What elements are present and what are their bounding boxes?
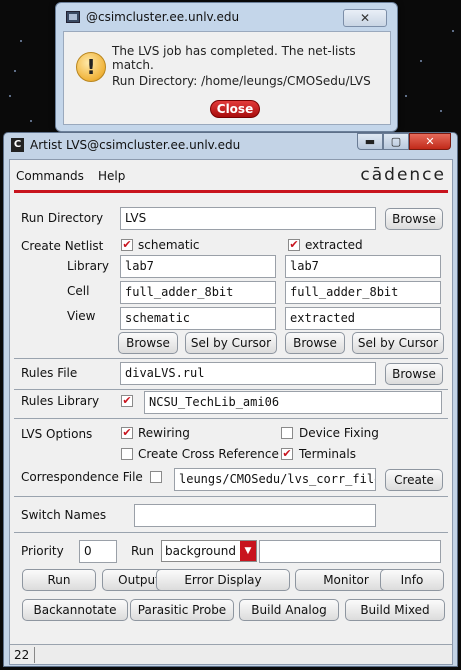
terminals-label: Terminals [299, 447, 356, 461]
run-button[interactable]: Run [22, 569, 96, 591]
info-button[interactable]: Info [380, 569, 444, 591]
rules-library-label: Rules Library [21, 394, 100, 408]
lvs-form: Commands Help cādence Run Directory LVS … [9, 159, 453, 665]
rules-file-label: Rules File [21, 366, 78, 380]
dialog-body: ! The LVS job has completed. The net-lis… [63, 31, 391, 125]
chevron-down-icon[interactable]: ▼ [240, 541, 256, 561]
menu-divider [14, 190, 448, 193]
rewiring-checkbox[interactable]: ✔ [121, 427, 133, 439]
app-icon [66, 11, 80, 23]
schematic-cell-input[interactable]: full_adder_8bit [120, 281, 276, 304]
window-title: Artist LVS@csimcluster.ee.unlv.edu [30, 138, 241, 152]
device-fixing-label: Device Fixing [299, 426, 379, 440]
section-divider [14, 496, 448, 497]
create-cross-reference-checkbox[interactable] [121, 448, 133, 460]
lvs-complete-dialog: @csimcluster.ee.unlv.edu ✕ ! The LVS job… [55, 2, 398, 132]
schematic-checkbox-label: schematic [138, 238, 200, 252]
library-label: Library [67, 259, 109, 273]
section-divider [14, 389, 448, 390]
run-extra-input[interactable] [259, 540, 441, 563]
device-fixing-checkbox[interactable] [281, 427, 293, 439]
section-divider [14, 418, 448, 419]
schematic-sel-by-cursor-button[interactable]: Sel by Cursor [185, 332, 277, 354]
schematic-library-input[interactable]: lab7 [120, 255, 276, 278]
minimize-button[interactable]: ▬ [357, 133, 383, 150]
window-close-button[interactable]: ✕ [409, 133, 451, 150]
run-mode-select[interactable]: background ▼ [161, 540, 257, 562]
artist-lvs-window: C Artist LVS@csimcluster.ee.unlv.edu ▬ ▢… [3, 132, 458, 667]
cadence-app-icon: C [11, 138, 24, 152]
run-directory-browse-button[interactable]: Browse [385, 208, 443, 230]
priority-label: Priority [21, 544, 64, 558]
schematic-browse-button[interactable]: Browse [118, 332, 178, 354]
schematic-checkbox[interactable]: ✔ [121, 239, 133, 251]
section-divider [14, 532, 448, 533]
status-bar: 22 [10, 644, 452, 664]
dialog-title: @csimcluster.ee.unlv.edu [86, 10, 240, 24]
rewiring-label: Rewiring [138, 426, 190, 440]
schematic-view-input[interactable]: schematic [120, 307, 276, 330]
extracted-library-input[interactable]: lab7 [285, 255, 441, 278]
status-divider [34, 647, 35, 663]
section-divider [14, 358, 448, 359]
window-titlebar[interactable]: C Artist LVS@csimcluster.ee.unlv.edu ▬ ▢… [4, 133, 457, 157]
error-display-button[interactable]: Error Display [156, 569, 290, 591]
cadence-logo: cādence [360, 165, 446, 185]
build-analog-button[interactable]: Build Analog [239, 599, 339, 621]
correspondence-file-input[interactable]: leungs/CMOSedu/lvs_corr_file [174, 468, 376, 491]
priority-input[interactable]: 0 [79, 540, 117, 563]
rules-library-input[interactable]: NCSU_TechLib_ami06 [144, 391, 442, 414]
parasitic-probe-button[interactable]: Parasitic Probe [130, 599, 234, 621]
extracted-view-input[interactable]: extracted [285, 307, 441, 330]
view-label: View [67, 309, 96, 323]
maximize-button[interactable]: ▢ [383, 133, 409, 150]
build-mixed-button[interactable]: Build Mixed [345, 599, 445, 621]
dialog-run-directory: Run Directory: /home/leungs/CMOSedu/LVS [112, 74, 371, 88]
warning-icon: ! [76, 52, 106, 82]
correspondence-file-label: Correspondence File [21, 470, 143, 484]
run-mode-value: background [165, 544, 236, 558]
extracted-sel-by-cursor-button[interactable]: Sel by Cursor [352, 332, 444, 354]
cell-label: Cell [67, 284, 90, 298]
backannotate-button[interactable]: Backannotate [22, 599, 128, 621]
menubar: Commands Help cādence [10, 160, 452, 188]
rules-file-input[interactable]: divaLVS.rul [120, 362, 376, 385]
dialog-titlebar[interactable]: @csimcluster.ee.unlv.edu ✕ [64, 7, 391, 29]
extracted-browse-button[interactable]: Browse [285, 332, 345, 354]
switch-names-input[interactable] [134, 504, 376, 527]
terminals-checkbox[interactable]: ✔ [281, 448, 293, 460]
create-cross-reference-label: Create Cross Reference [138, 447, 279, 461]
extracted-checkbox[interactable]: ✔ [288, 239, 300, 251]
extracted-cell-input[interactable]: full_adder_8bit [285, 281, 441, 304]
dialog-message: The LVS job has completed. The net-lists… [112, 44, 356, 72]
lvs-options-label: LVS Options [21, 427, 93, 441]
run-directory-label: Run Directory [21, 211, 104, 225]
rules-file-browse-button[interactable]: Browse [385, 363, 443, 385]
dialog-title-close-button[interactable]: ✕ [343, 9, 387, 27]
switch-names-label: Switch Names [21, 508, 107, 522]
extracted-checkbox-label: extracted [305, 238, 363, 252]
status-number: 22 [14, 648, 30, 662]
run-label: Run [131, 544, 155, 558]
create-netlist-label: Create Netlist [21, 239, 104, 253]
correspondence-file-checkbox[interactable] [150, 471, 162, 483]
run-directory-input[interactable]: LVS [120, 207, 376, 230]
menu-commands[interactable]: Commands [16, 169, 84, 183]
correspondence-create-button[interactable]: Create [385, 469, 443, 491]
close-button[interactable]: Close [210, 100, 260, 118]
rules-library-checkbox[interactable]: ✔ [121, 395, 133, 407]
menu-help[interactable]: Help [98, 169, 125, 183]
